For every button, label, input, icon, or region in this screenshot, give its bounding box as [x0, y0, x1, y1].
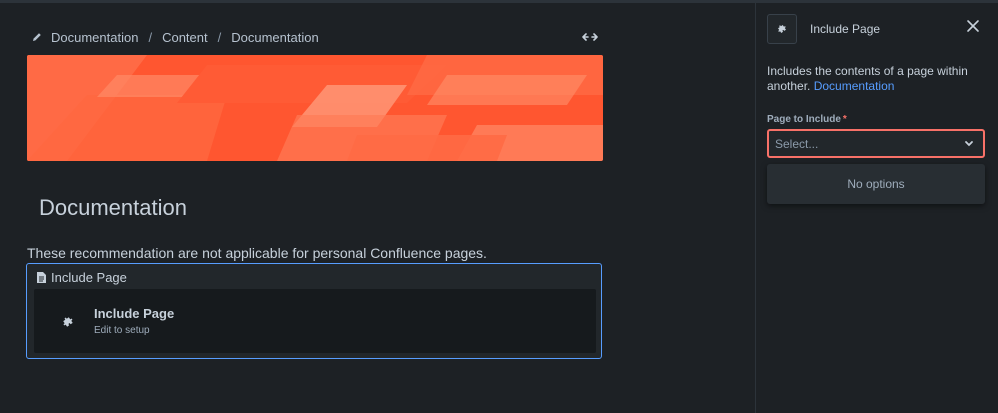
- include-page-macro[interactable]: Include Page Include Page Edit to setup: [26, 263, 602, 359]
- page-note[interactable]: These recommendation are not applicable …: [27, 245, 487, 261]
- close-icon: [967, 20, 979, 32]
- select-dropdown-menu: No options: [767, 164, 985, 204]
- macro-header-label: Include Page: [51, 270, 127, 285]
- expand-width-button[interactable]: [578, 28, 602, 46]
- page-title[interactable]: Documentation: [39, 195, 187, 221]
- breadcrumb: Documentation / Content / Documentation: [31, 27, 319, 47]
- page-icon: [37, 272, 46, 283]
- page-to-include-label: Page to Include *: [767, 114, 847, 125]
- puzzle-icon: [63, 317, 73, 327]
- breadcrumb-item-documentation[interactable]: Documentation: [51, 30, 138, 45]
- documentation-link[interactable]: Documentation: [814, 79, 895, 93]
- panel-description: Includes the contents of a page within a…: [767, 64, 989, 94]
- macro-config-panel: Include Page Includes the contents of a …: [755, 3, 998, 413]
- breadcrumb-item-content[interactable]: Content: [162, 30, 208, 45]
- page-to-include-select[interactable]: Select...: [767, 129, 985, 158]
- macro-title: Include Page: [94, 306, 175, 321]
- required-marker: *: [842, 114, 847, 125]
- panel-macro-icon-box: [767, 14, 797, 44]
- expand-width-icon: [582, 33, 598, 41]
- macro-body[interactable]: Include Page Edit to setup: [34, 289, 596, 353]
- pencil-icon: [33, 33, 41, 41]
- panel-title: Include Page: [810, 22, 881, 36]
- editor-area: Documentation / Content / Documentation …: [0, 3, 755, 413]
- breadcrumb-separator: /: [217, 29, 222, 45]
- chevron-down-icon: [965, 141, 973, 147]
- macro-subtitle: Edit to setup: [94, 325, 150, 336]
- breadcrumb-item-current[interactable]: Documentation: [231, 30, 318, 45]
- banner-graphic: [27, 55, 603, 161]
- close-button[interactable]: [964, 17, 982, 35]
- field-label-text: Page to Include: [767, 114, 841, 125]
- cover-image-banner[interactable]: [27, 55, 603, 161]
- puzzle-icon: [778, 25, 786, 33]
- macro-header: Include Page: [37, 270, 127, 285]
- breadcrumb-separator: /: [148, 29, 153, 45]
- select-placeholder: Select...: [775, 136, 819, 151]
- no-options-message: No options: [847, 177, 905, 191]
